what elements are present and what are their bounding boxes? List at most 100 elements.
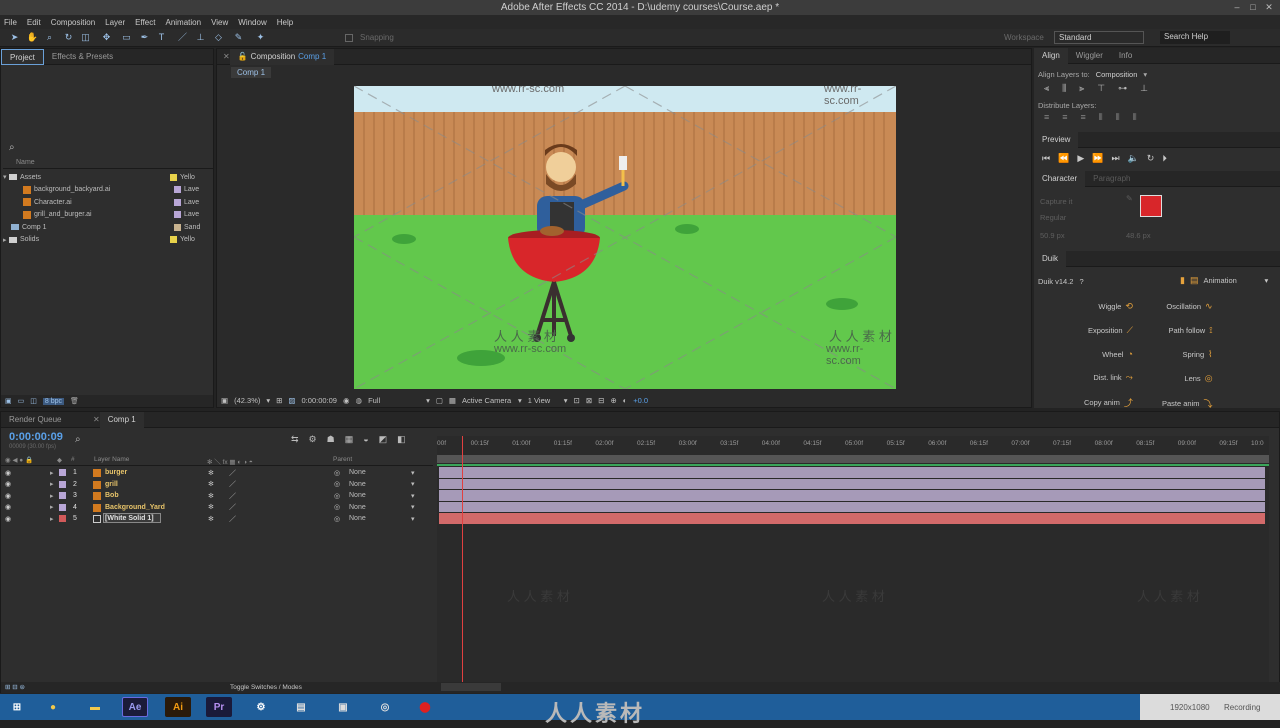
switches-header-icon[interactable]: ✻ ＼ fx ▦ ◐ ◑ ◓ xyxy=(207,456,253,466)
bit-depth-button[interactable]: 8 bpc xyxy=(42,397,64,405)
toggle-pixel-icon[interactable]: ⊡ xyxy=(574,396,580,405)
chevron-down-icon[interactable]: ▾ xyxy=(518,396,522,405)
record-icon[interactable]: ⬤ xyxy=(412,697,438,717)
chevron-down-icon[interactable]: ▾ xyxy=(411,492,415,500)
tab-effects-presets[interactable]: Effects & Presets xyxy=(44,49,121,65)
list-item[interactable]: background_backyard.ai Lave xyxy=(3,184,213,197)
eye-icon[interactable]: ◉ xyxy=(5,492,11,500)
collapse-switch-icon[interactable]: ✻ xyxy=(208,503,214,511)
tab-project[interactable]: Project xyxy=(1,48,44,65)
chevron-down-icon[interactable]: ▾ xyxy=(411,480,415,488)
pickwhip-icon[interactable]: ◎ xyxy=(334,503,340,511)
tab-composition[interactable]: 🔓 Composition Comp 1 xyxy=(229,48,335,65)
label-swatch[interactable] xyxy=(59,503,66,511)
first-frame-icon[interactable]: ⏮ xyxy=(1042,153,1050,164)
quality-switch-icon[interactable]: ／ xyxy=(229,514,236,524)
align-top-icon[interactable]: ⊤ xyxy=(1097,83,1105,94)
quality-switch-icon[interactable]: ／ xyxy=(229,479,236,489)
snapshot-icon[interactable]: ◉ xyxy=(343,396,350,405)
parent-select[interactable]: None xyxy=(349,469,366,476)
resolution-select[interactable]: Full xyxy=(368,396,420,405)
stamp-tool-icon[interactable]: ⊥ xyxy=(194,31,207,44)
ram-preview-icon[interactable]: ⏵ xyxy=(1162,153,1167,164)
menu-effect[interactable]: Effect xyxy=(135,18,155,27)
parent-select[interactable]: None xyxy=(349,504,366,511)
list-item[interactable]: ▾ Assets Yello xyxy=(3,171,213,184)
list-item[interactable]: ▸ Solids Yello xyxy=(3,234,213,247)
collapse-switch-icon[interactable]: ✻ xyxy=(208,469,214,477)
chevron-down-icon[interactable]: ▾ xyxy=(1264,276,1268,285)
chevron-down-icon[interactable]: ▾ xyxy=(411,503,415,511)
camera-select[interactable]: Active Camera xyxy=(462,396,512,405)
playhead[interactable] xyxy=(461,436,463,686)
minimize-button[interactable]: – xyxy=(1230,1,1244,13)
new-comp-icon[interactable]: ◫ xyxy=(30,397,37,405)
eye-icon[interactable]: ◉ xyxy=(5,503,11,511)
align-left-icon[interactable]: ⫷ xyxy=(1044,83,1049,94)
exposition-button[interactable]: Exposition ⟋ xyxy=(1088,325,1133,336)
timeline-timecode[interactable]: 0:00:00:09 xyxy=(9,431,63,443)
leading-field[interactable]: 48.6 px xyxy=(1126,231,1151,240)
expand-arrow-icon[interactable]: ▸ xyxy=(50,515,54,523)
next-frame-icon[interactable]: ⏩ xyxy=(1092,153,1103,164)
menu-view[interactable]: View xyxy=(211,18,228,27)
new-folder-icon[interactable]: ▭ xyxy=(18,397,25,405)
explorer-icon[interactable]: ▬ xyxy=(82,697,108,717)
type-tool-icon[interactable]: T xyxy=(155,31,168,44)
expand-arrow-icon[interactable]: ▸ xyxy=(50,492,54,500)
menu-layer[interactable]: Layer xyxy=(105,18,125,27)
workspace-select[interactable]: Standard xyxy=(1054,31,1144,44)
fast-preview-icon[interactable]: ⊠ xyxy=(586,396,592,405)
transparency-grid-icon[interactable]: ▦ xyxy=(449,396,456,405)
fill-color-swatch[interactable] xyxy=(1140,195,1162,217)
search-icon[interactable]: ⌕ xyxy=(75,434,81,445)
collapse-switch-icon[interactable]: ✻ xyxy=(208,515,214,523)
label-swatch[interactable] xyxy=(59,492,66,500)
roto-tool-icon[interactable]: ✎ xyxy=(232,31,245,44)
settings-icon[interactable]: ⚙ xyxy=(248,697,274,717)
align-vcenter-icon[interactable]: ⊶ xyxy=(1118,83,1127,94)
parent-select[interactable]: None xyxy=(349,515,366,522)
close-tab-icon[interactable]: ✕ xyxy=(217,52,230,61)
quality-switch-icon[interactable]: ／ xyxy=(229,491,236,501)
puppet-tool-icon[interactable]: ✦ xyxy=(254,31,267,44)
distribute-left-icon[interactable]: ⦀ xyxy=(1099,112,1103,123)
lens-button[interactable]: Lens ◎ xyxy=(1184,373,1212,384)
dist-link-button[interactable]: Dist. link ⤳ xyxy=(1093,372,1133,383)
work-area-bar[interactable] xyxy=(437,455,1269,463)
comp-mini-flowchart-icon[interactable]: ⇆ xyxy=(291,434,299,445)
region-icon[interactable]: ▨ xyxy=(288,396,295,405)
list-item[interactable]: Comp 1 Sand xyxy=(3,221,213,234)
table-row[interactable]: ◉ ▸ 1 burger ✻ ／ ◎ None ▾ xyxy=(1,467,433,479)
breadcrumb-comp[interactable]: Comp 1 xyxy=(231,66,272,78)
collapse-switch-icon[interactable]: ✻ xyxy=(208,480,214,488)
selection-tool-icon[interactable]: ➤ xyxy=(8,31,21,44)
wheel-button[interactable]: Wheel ◔ xyxy=(1102,349,1133,359)
pickwhip-icon[interactable]: ◎ xyxy=(334,492,340,500)
column-header-name[interactable]: Name xyxy=(3,159,213,169)
distribute-hcenter-icon[interactable]: ⦀ xyxy=(1116,112,1120,123)
table-row[interactable]: ◉ ▸ 3 Bob ✻ ／ ◎ None ▾ xyxy=(1,490,433,502)
layer-name[interactable]: Background_Yard xyxy=(105,504,165,511)
parent-select[interactable]: None xyxy=(349,481,366,488)
chevron-down-icon[interactable]: ▾ xyxy=(411,515,415,523)
distribute-bottom-icon[interactable]: ≡ xyxy=(1081,112,1086,123)
font-family-select[interactable]: Capture it xyxy=(1040,197,1120,206)
table-row[interactable]: ◉ ▸ 5 [White Solid 1] ✻ ／ ◎ None ▾ xyxy=(1,513,433,525)
quality-switch-icon[interactable]: ／ xyxy=(229,468,236,478)
trash-icon[interactable]: 🗑 xyxy=(70,397,79,405)
align-to-select[interactable]: Composition xyxy=(1096,70,1138,79)
path-follow-button[interactable]: Path follow ⟟ xyxy=(1169,325,1213,336)
zoom-slider[interactable] xyxy=(441,683,501,691)
parent-header[interactable]: Parent xyxy=(333,456,352,463)
distribute-right-icon[interactable]: ⦀ xyxy=(1133,112,1137,123)
layer-duration-bar[interactable] xyxy=(439,478,1265,489)
menu-composition[interactable]: Composition xyxy=(51,18,95,27)
distribute-vcenter-icon[interactable]: ≡ xyxy=(1062,112,1067,123)
brainstorm-icon[interactable]: ◧ xyxy=(397,434,406,445)
menu-file[interactable]: File xyxy=(4,18,17,27)
chevron-down-icon[interactable]: ▾ xyxy=(266,396,270,405)
prev-frame-icon[interactable]: ⏪ xyxy=(1058,153,1069,164)
graph-editor-icon[interactable]: ◩ xyxy=(379,434,388,445)
layer-name[interactable]: burger xyxy=(105,469,127,476)
